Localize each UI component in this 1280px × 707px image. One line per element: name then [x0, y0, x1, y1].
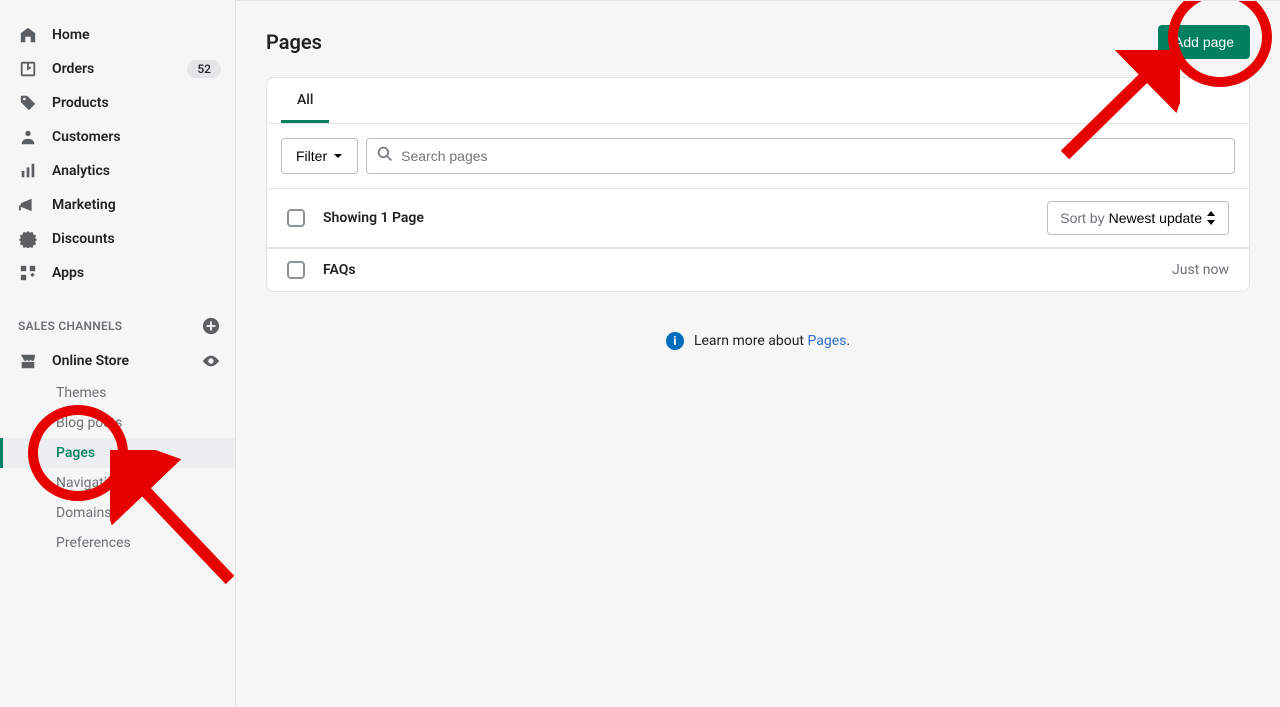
store-icon [18, 351, 38, 371]
sort-icon [1206, 211, 1216, 225]
nav-label: Home [52, 27, 90, 43]
select-all-checkbox[interactable] [287, 209, 305, 227]
sub-preferences[interactable]: Preferences [0, 528, 235, 558]
sales-channels-header: SALES CHANNELS [0, 308, 235, 344]
pages-card: All Filter Showing 1 Page Sort [266, 77, 1250, 292]
nav-label: Customers [52, 129, 121, 145]
eye-icon[interactable] [201, 351, 221, 371]
row-checkbox[interactable] [287, 261, 305, 279]
sort-button[interactable]: Sort by Newest update [1047, 201, 1229, 235]
apps-icon [18, 263, 38, 283]
megaphone-icon [18, 195, 38, 215]
search-field[interactable] [366, 138, 1235, 174]
analytics-icon [18, 161, 38, 181]
info-icon: i [666, 332, 684, 350]
sub-themes[interactable]: Themes [0, 378, 235, 408]
nav-online-store[interactable]: Online Store [0, 344, 235, 378]
page-title: Pages [266, 30, 322, 54]
nav-label: Analytics [52, 163, 110, 179]
orders-icon [18, 59, 38, 79]
pages-help-link[interactable]: Pages [807, 333, 846, 349]
search-input[interactable] [401, 139, 1224, 173]
sort-value: Newest update [1109, 210, 1202, 226]
sub-domains[interactable]: Domains [0, 498, 235, 528]
showing-count: Showing 1 Page [323, 210, 1029, 226]
search-icon [377, 146, 393, 166]
tabs: All [267, 78, 1249, 124]
footer-text: Learn more about Pages. [694, 333, 850, 349]
table-row[interactable]: FAQs Just now [267, 248, 1249, 291]
nav-orders[interactable]: Orders 52 [0, 52, 235, 86]
add-page-button[interactable]: Add page [1158, 25, 1250, 59]
tab-all[interactable]: All [281, 78, 329, 123]
nav-analytics[interactable]: Analytics [0, 154, 235, 188]
row-time: Just now [1172, 262, 1229, 278]
add-channel-icon[interactable] [201, 316, 221, 336]
caret-down-icon [333, 151, 343, 161]
main-content: Pages Add page All Filter [236, 0, 1280, 707]
filter-button[interactable]: Filter [281, 138, 358, 174]
page-header: Pages Add page [266, 25, 1250, 59]
sub-blog-posts[interactable]: Blog posts [0, 408, 235, 438]
nav-label: Online Store [52, 353, 129, 369]
orders-badge: 52 [187, 60, 221, 78]
sidebar: Home Orders 52 Products Customers [0, 0, 236, 707]
nav-apps[interactable]: Apps [0, 256, 235, 290]
nav-label: Discounts [52, 231, 115, 247]
sub-pages[interactable]: Pages [0, 438, 235, 468]
nav-customers[interactable]: Customers [0, 120, 235, 154]
nav-products[interactable]: Products [0, 86, 235, 120]
nav-label: Orders [52, 61, 94, 77]
home-icon [18, 25, 38, 45]
sort-label: Sort by [1060, 210, 1104, 226]
nav-marketing[interactable]: Marketing [0, 188, 235, 222]
discount-icon [18, 229, 38, 249]
nav-label: Marketing [52, 197, 116, 213]
nav-home[interactable]: Home [0, 18, 235, 52]
person-icon [18, 127, 38, 147]
nav-discounts[interactable]: Discounts [0, 222, 235, 256]
tag-icon [18, 93, 38, 113]
sub-navigation[interactable]: Navigation [0, 468, 235, 498]
nav-label: Products [52, 95, 109, 111]
footer-help: i Learn more about Pages. [266, 332, 1250, 350]
row-title[interactable]: FAQs [323, 262, 1154, 278]
section-label: SALES CHANNELS [18, 319, 122, 333]
nav-label: Apps [52, 265, 84, 281]
list-header: Showing 1 Page Sort by Newest update [267, 188, 1249, 248]
filters-row: Filter [267, 124, 1249, 188]
filter-label: Filter [296, 148, 327, 164]
